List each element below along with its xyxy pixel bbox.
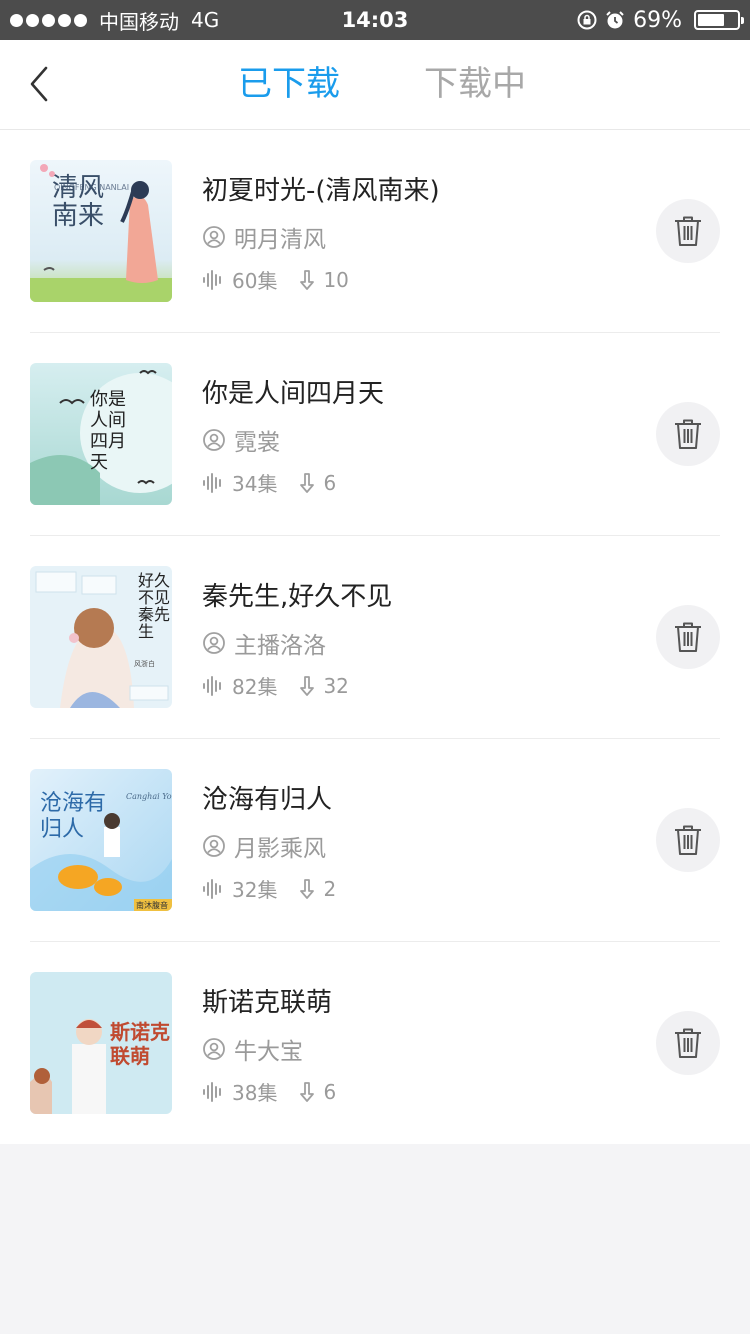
stats-row: 32集 2 — [202, 874, 336, 903]
tab-downloaded[interactable]: 已下载 — [238, 62, 340, 106]
download-count: 2 — [323, 876, 337, 901]
audio-wave-icon — [203, 472, 221, 493]
download-arrow-icon — [300, 1081, 315, 1102]
anchor-row: 主播洛洛 — [202, 626, 326, 660]
item-anchor: 主播洛洛 — [234, 633, 326, 659]
chevron-left-icon — [30, 66, 48, 102]
book-cover: 你是人间四月天 — [30, 363, 172, 505]
delete-button[interactable] — [656, 605, 720, 669]
list-item[interactable]: 南沐腹音 Canghai Youguiren 沧海有归人 沧海有归人 月影乘风 … — [0, 739, 750, 942]
back-button[interactable] — [22, 62, 62, 106]
tab-downloading[interactable]: 下载中 — [424, 62, 526, 106]
battery-percent: 69% — [633, 7, 682, 33]
trash-icon — [675, 216, 701, 246]
book-cover: 斯诺克联萌 — [30, 972, 172, 1114]
download-arrow-icon — [300, 269, 315, 290]
cover-badge: 南沐腹音 — [136, 900, 168, 910]
status-bar: 中国移动 4G 14:03 69% — [0, 0, 750, 40]
download-count: 32 — [323, 673, 349, 698]
item-anchor: 月影乘风 — [234, 836, 326, 862]
download-count: 10 — [323, 267, 349, 292]
delete-button[interactable] — [656, 199, 720, 263]
item-anchor: 霓裳 — [234, 430, 280, 456]
battery-icon — [694, 10, 744, 30]
cover-title: 沧海有归人 — [40, 791, 107, 842]
episode-count: 82集 — [232, 675, 278, 699]
download-list: QINGFENG NANLAI 清风南来 初夏时光-(清风南来) 明月清风 60… — [0, 130, 750, 1144]
book-cover: QINGFENG NANLAI 清风南来 — [30, 160, 172, 302]
download-arrow-icon — [300, 675, 315, 696]
item-anchor: 牛大宝 — [234, 1039, 303, 1065]
anchor-row: 霓裳 — [202, 423, 280, 457]
item-title: 你是人间四月天 — [202, 379, 385, 409]
item-anchor: 明月清风 — [234, 227, 326, 253]
anchor-row: 月影乘风 — [202, 829, 326, 863]
user-icon — [203, 835, 225, 857]
list-item[interactable]: QINGFENG NANLAI 清风南来 初夏时光-(清风南来) 明月清风 60… — [0, 130, 750, 333]
anchor-row: 明月清风 — [202, 220, 326, 254]
stats-row: 60集 10 — [202, 265, 349, 294]
cover-title: 清风南来 — [52, 173, 105, 231]
item-title: 秦先生,好久不见 — [202, 582, 393, 612]
trash-icon — [675, 825, 701, 855]
alarm-icon — [606, 11, 624, 29]
cover-subtext: 风浙白 — [134, 659, 155, 668]
user-icon — [203, 1038, 225, 1060]
item-title: 沧海有归人 — [202, 785, 333, 815]
download-arrow-icon — [300, 472, 315, 493]
episode-count: 60集 — [232, 269, 278, 293]
audio-wave-icon — [203, 878, 221, 899]
item-title: 斯诺克联萌 — [202, 988, 333, 1018]
cover-title: 你是人间四月天 — [90, 389, 126, 473]
anchor-row: 牛大宝 — [202, 1032, 303, 1066]
book-cover: 南沐腹音 Canghai Youguiren 沧海有归人 — [30, 769, 172, 911]
delete-button[interactable] — [656, 402, 720, 466]
item-title: 初夏时光-(清风南来) — [202, 176, 440, 206]
delete-button[interactable] — [656, 1011, 720, 1075]
stats-row: 34集 6 — [202, 468, 336, 497]
trash-icon — [675, 622, 701, 652]
nav-bar: 已下载 下载中 — [0, 40, 750, 130]
download-count: 6 — [323, 470, 337, 495]
audio-wave-icon — [203, 1081, 221, 1102]
episode-count: 34集 — [232, 472, 278, 496]
episode-count: 32集 — [232, 878, 278, 902]
user-icon — [203, 632, 225, 654]
episode-count: 38集 — [232, 1081, 278, 1105]
cover-title: 好久不见秦先生 — [138, 571, 171, 641]
cover-title: 斯诺克联萌 — [110, 1020, 170, 1068]
download-count: 6 — [323, 1079, 337, 1104]
rotation-lock-icon — [577, 10, 597, 30]
trash-icon — [675, 419, 701, 449]
audio-wave-icon — [203, 675, 221, 696]
delete-button[interactable] — [656, 808, 720, 872]
download-arrow-icon — [300, 878, 315, 899]
list-item[interactable]: 你是人间四月天 你是人间四月天 霓裳 34集 6 — [0, 333, 750, 536]
user-icon — [203, 429, 225, 451]
stats-row: 38集 6 — [202, 1077, 336, 1106]
stats-row: 82集 32 — [202, 671, 349, 700]
trash-icon — [675, 1028, 701, 1058]
list-item[interactable]: 斯诺克联萌 斯诺克联萌 牛大宝 38集 6 — [0, 942, 750, 1145]
cover-subtext: Canghai Youguiren — [126, 792, 172, 801]
user-icon — [203, 226, 225, 248]
book-cover: 风浙白 好久不见秦先生 — [30, 566, 172, 708]
audio-wave-icon — [203, 269, 221, 290]
list-item[interactable]: 风浙白 好久不见秦先生 秦先生,好久不见 主播洛洛 82集 32 — [0, 536, 750, 739]
